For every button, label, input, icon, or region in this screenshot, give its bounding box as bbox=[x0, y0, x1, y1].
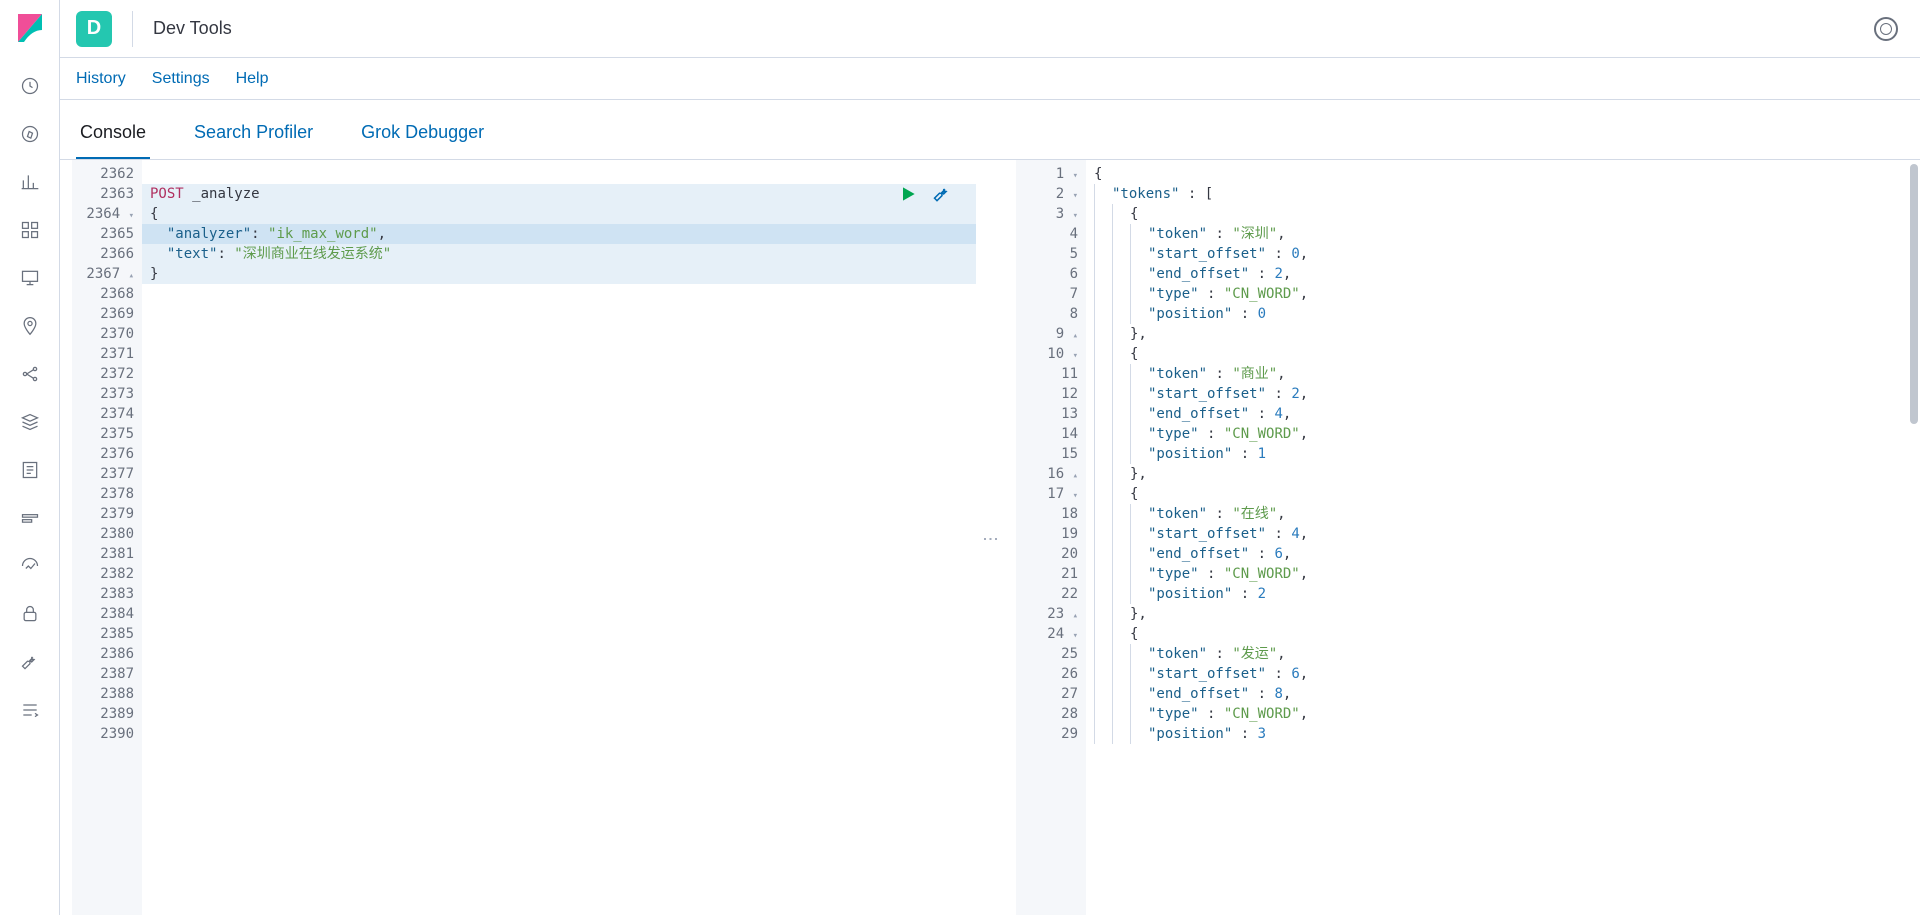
collapse-icon[interactable] bbox=[18, 698, 42, 722]
main-content: D Dev Tools History Settings Help Consol… bbox=[60, 0, 1920, 915]
editor-panes: 236223632364 ▾236523662367 ▴236823692370… bbox=[60, 160, 1920, 915]
ml-icon[interactable] bbox=[18, 362, 42, 386]
tab-grok-debugger[interactable]: Grok Debugger bbox=[357, 108, 488, 159]
topbar-right bbox=[1874, 17, 1904, 41]
siem-icon[interactable] bbox=[18, 602, 42, 626]
request-actions bbox=[898, 184, 952, 204]
response-code: {"tokens" : [{"token" : "深圳","start_offs… bbox=[1086, 160, 1920, 748]
response-gutter: 1 ▾2 ▾3 ▾456789 ▴10 ▾111213141516 ▴17 ▾1… bbox=[1016, 160, 1086, 915]
dev-tools-icon[interactable] bbox=[18, 650, 42, 674]
kibana-logo-icon[interactable] bbox=[14, 12, 46, 44]
response-viewer[interactable]: 1 ▾2 ▾3 ▾456789 ▴10 ▾111213141516 ▴17 ▾1… bbox=[1016, 160, 1920, 915]
request-gutter: 236223632364 ▾236523662367 ▴236823692370… bbox=[72, 160, 142, 915]
app-badge: D bbox=[76, 11, 112, 47]
dashboard-icon[interactable] bbox=[18, 218, 42, 242]
drag-handle-icon: ⋮ bbox=[981, 531, 1000, 545]
apm-icon[interactable] bbox=[18, 506, 42, 530]
request-editor[interactable]: 236223632364 ▾236523662367 ▴236823692370… bbox=[72, 160, 976, 915]
topbar: D Dev Tools bbox=[60, 0, 1920, 58]
news-feed-icon[interactable] bbox=[1874, 17, 1898, 41]
history-link[interactable]: History bbox=[76, 70, 126, 88]
settings-link[interactable]: Settings bbox=[152, 70, 210, 88]
visualize-icon[interactable] bbox=[18, 170, 42, 194]
tabbar: Console Search Profiler Grok Debugger bbox=[60, 100, 1920, 160]
divider bbox=[132, 11, 133, 47]
toolbar-links: History Settings Help bbox=[60, 58, 1920, 100]
maps-icon[interactable] bbox=[18, 314, 42, 338]
recently-viewed-icon[interactable] bbox=[18, 74, 42, 98]
play-icon[interactable] bbox=[898, 184, 918, 204]
discover-icon[interactable] bbox=[18, 122, 42, 146]
canvas-icon[interactable] bbox=[18, 266, 42, 290]
app-title: Dev Tools bbox=[153, 18, 232, 39]
nav-sidebar bbox=[0, 0, 60, 915]
infrastructure-icon[interactable] bbox=[18, 410, 42, 434]
request-code[interactable]: POST _analyze{ "analyzer": "ik_max_word"… bbox=[142, 160, 976, 748]
tab-console[interactable]: Console bbox=[76, 108, 150, 159]
uptime-icon[interactable] bbox=[18, 554, 42, 578]
help-link[interactable]: Help bbox=[236, 70, 269, 88]
tab-search-profiler[interactable]: Search Profiler bbox=[190, 108, 317, 159]
wrench-icon[interactable] bbox=[932, 184, 952, 204]
pane-splitter[interactable]: ⋮ bbox=[976, 160, 1004, 915]
scrollbar[interactable] bbox=[1910, 164, 1918, 424]
logs-icon[interactable] bbox=[18, 458, 42, 482]
